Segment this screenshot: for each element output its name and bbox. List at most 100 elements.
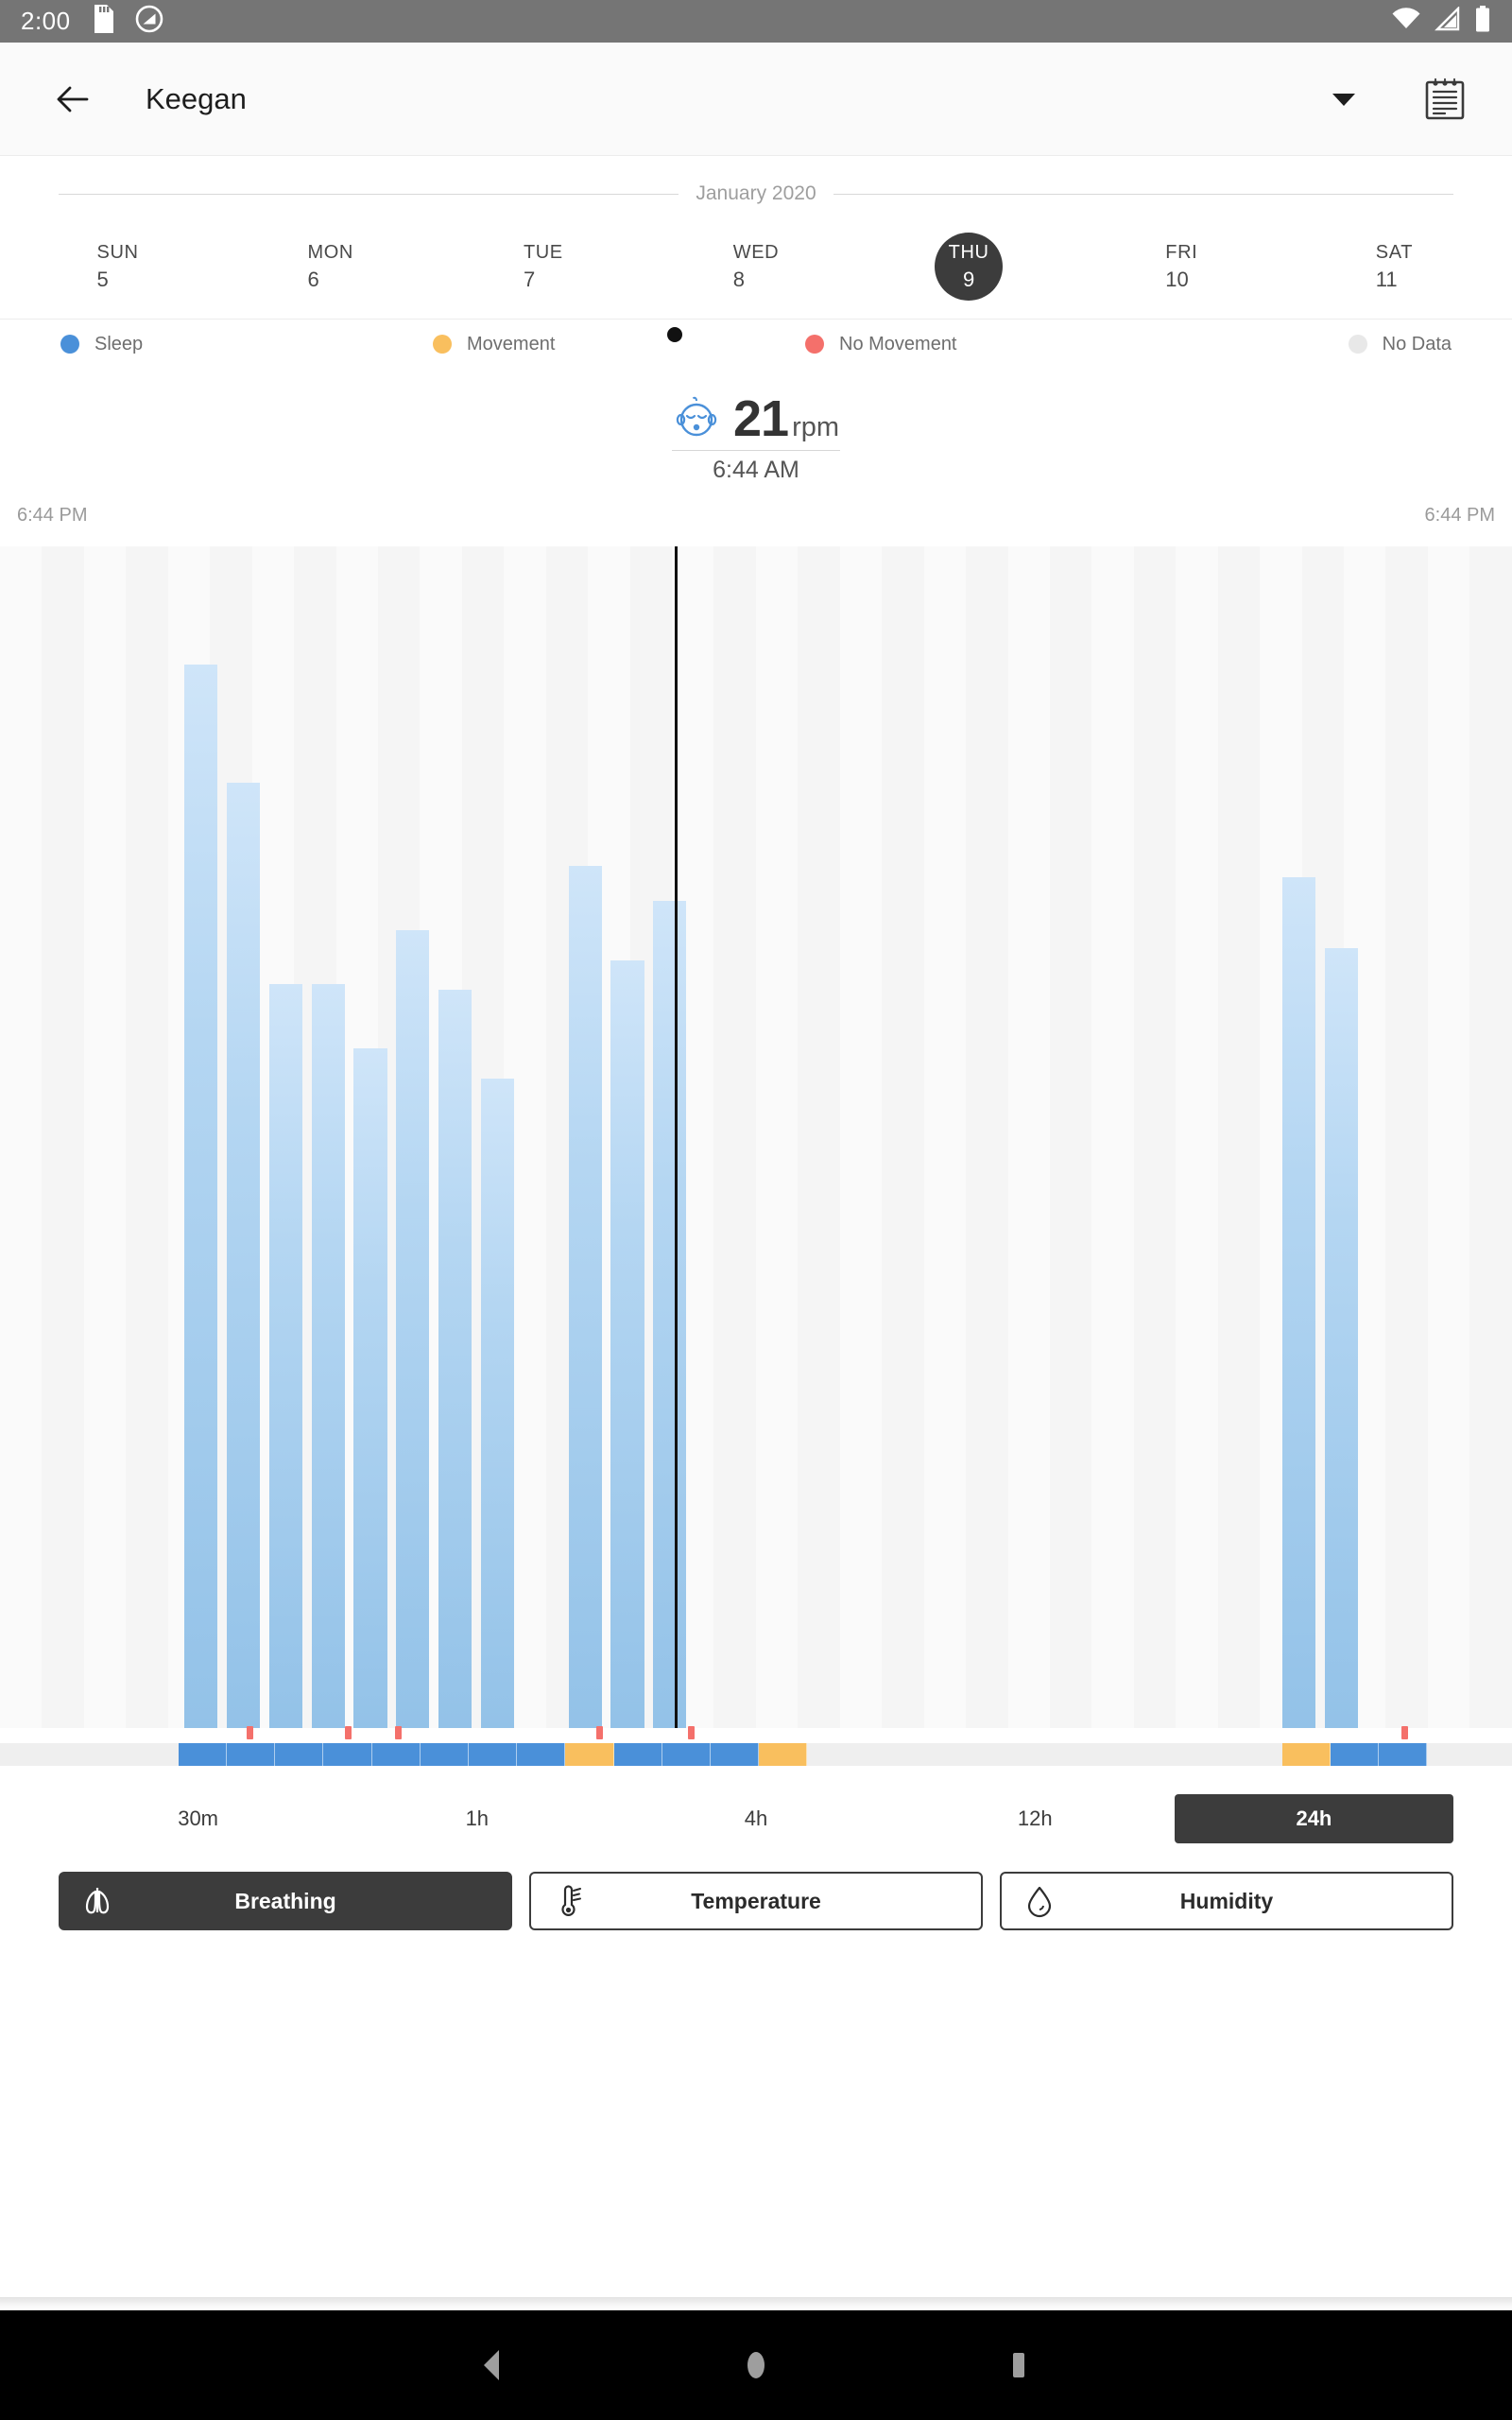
no-movement-tick — [394, 1726, 402, 1739]
battery-icon — [1474, 6, 1491, 37]
back-arrow-icon — [57, 86, 89, 112]
day-weekday-label: THU — [948, 241, 989, 263]
range-button-1h[interactable]: 1h — [337, 1794, 616, 1843]
day-number-label: 5 — [96, 267, 109, 291]
chart-bar — [1281, 877, 1315, 1728]
reading-value: 21 — [732, 390, 789, 447]
child-selector-dropdown[interactable] — [1315, 73, 1372, 126]
nav-home-button[interactable] — [718, 2327, 794, 2403]
time-range-selector[interactable]: 30m 1h 4h 12h 24h — [0, 1794, 1512, 1843]
back-button[interactable] — [45, 73, 98, 126]
sleep-state-timeline[interactable] — [0, 1726, 1512, 1766]
nav-recents-button[interactable] — [981, 2327, 1057, 2403]
legend-item-movement: Movement — [384, 334, 756, 355]
metric-tabs[interactable]: Breathing Temperature Humidity — [0, 1872, 1512, 1930]
range-button-24h[interactable]: 24h — [1174, 1794, 1454, 1843]
state-segment-sleep — [662, 1743, 711, 1766]
state-segments-bar[interactable] — [0, 1743, 1512, 1766]
back-triangle-icon — [484, 2350, 499, 2380]
range-button-12h[interactable]: 12h — [896, 1794, 1175, 1843]
day-number-label: 7 — [523, 267, 536, 291]
chart-bar — [568, 865, 602, 1728]
breathing-chart[interactable]: 6:44 PM 6:44 PM — [0, 327, 1512, 1766]
page-title: Keegan — [146, 81, 247, 115]
range-button-4h[interactable]: 4h — [616, 1794, 895, 1843]
legend-label: No Data — [1382, 333, 1452, 354]
day-strip: SUN 5 MON 6 TUE 7 WED 8 THU 9 FRI 10 SAT 11 — [0, 224, 1512, 309]
chart-cursor-handle[interactable] — [666, 327, 682, 342]
chart-bar — [227, 783, 261, 1728]
no-movement-tick — [688, 1726, 696, 1739]
chart-bars-layer — [0, 546, 1512, 1728]
reading-main-row: 21 rpm — [673, 389, 839, 448]
day-number-label: 10 — [1165, 267, 1189, 291]
legend-label: No Movement — [839, 333, 957, 354]
day-cell-inner: SUN 5 — [97, 240, 139, 294]
status-bar-left-icons — [92, 5, 163, 38]
state-segment-no-data — [807, 1743, 1282, 1766]
legend: Sleep Movement No Movement No Data — [0, 320, 1512, 369]
no-movement-tick — [595, 1726, 603, 1739]
day-cell-inner: THU 9 — [935, 233, 1004, 301]
day-cell-inner: SAT 11 — [1376, 240, 1413, 294]
chart-bar — [268, 983, 302, 1728]
day-cell-sun[interactable]: SUN 5 — [11, 224, 224, 309]
chevron-down-icon — [1332, 93, 1355, 106]
chart-bar — [653, 901, 687, 1728]
state-segment-sleep — [323, 1743, 372, 1766]
day-cell-tue[interactable]: TUE 7 — [437, 224, 649, 309]
status-bar: 2:00 — [0, 0, 1512, 43]
state-segment-sleep — [1379, 1743, 1428, 1766]
state-segment-sleep — [1331, 1743, 1380, 1766]
legend-dot-icon — [433, 335, 452, 354]
chart-bar — [1324, 948, 1358, 1728]
day-weekday-label: SAT — [1375, 241, 1414, 263]
month-header: January 2020 — [0, 171, 1512, 216]
day-weekday-label: WED — [732, 241, 780, 263]
metric-tab-label: Breathing — [234, 1888, 336, 1913]
lungs-icon — [85, 1888, 110, 1914]
range-button-30m[interactable]: 30m — [59, 1794, 337, 1843]
day-number-label: 8 — [732, 267, 745, 291]
no-movement-tick — [1401, 1726, 1409, 1739]
state-segment-sleep — [613, 1743, 662, 1766]
lungs-icon — [77, 1880, 119, 1922]
axis-label-right: 6:44 PM — [1424, 505, 1495, 526]
day-cell-sat[interactable]: SAT 11 — [1288, 224, 1501, 309]
month-label: January 2020 — [696, 182, 816, 204]
day-cell-wed[interactable]: WED 8 — [649, 224, 862, 309]
day-cell-thu[interactable]: THU 9 — [863, 224, 1075, 309]
chart-bar — [184, 665, 218, 1728]
day-cell-mon[interactable]: MON 6 — [224, 224, 437, 309]
legend-dot-icon — [805, 335, 824, 354]
no-movement-tick — [345, 1726, 352, 1739]
metric-tab-temperature[interactable]: Temperature — [529, 1872, 983, 1930]
state-segment-sleep — [517, 1743, 566, 1766]
water-drop-icon — [1019, 1880, 1060, 1922]
metric-tab-humidity[interactable]: Humidity — [1000, 1872, 1453, 1930]
state-segment-sleep — [420, 1743, 469, 1766]
day-weekday-label: MON — [307, 241, 353, 263]
chart-bar — [438, 989, 472, 1728]
state-segment-sleep — [275, 1743, 324, 1766]
metric-tab-breathing[interactable]: Breathing — [59, 1872, 512, 1930]
chart-bar — [311, 983, 345, 1728]
status-bar-clock: 2:00 — [21, 7, 71, 35]
nav-back-button[interactable] — [455, 2327, 531, 2403]
chart-cursor-line[interactable] — [674, 546, 678, 1728]
state-segment-no-data — [0, 1743, 179, 1766]
water-drop-icon — [1027, 1886, 1052, 1918]
day-cell-fri[interactable]: FRI 10 — [1075, 224, 1288, 309]
chart-plot-area[interactable] — [0, 546, 1512, 1728]
app-bar: Keegan — [0, 43, 1512, 156]
thermometer-icon — [548, 1880, 590, 1922]
day-cell-inner: MON 6 — [307, 240, 352, 294]
day-cell-inner: TUE 7 — [524, 240, 563, 294]
state-segment-sleep — [711, 1743, 760, 1766]
state-segment-movement — [759, 1743, 808, 1766]
reading-unit: rpm — [792, 412, 840, 442]
day-cell-inner: FRI 10 — [1165, 240, 1197, 294]
journal-button[interactable] — [1412, 66, 1478, 132]
state-segment-movement — [565, 1743, 614, 1766]
chart-bar — [396, 930, 430, 1728]
